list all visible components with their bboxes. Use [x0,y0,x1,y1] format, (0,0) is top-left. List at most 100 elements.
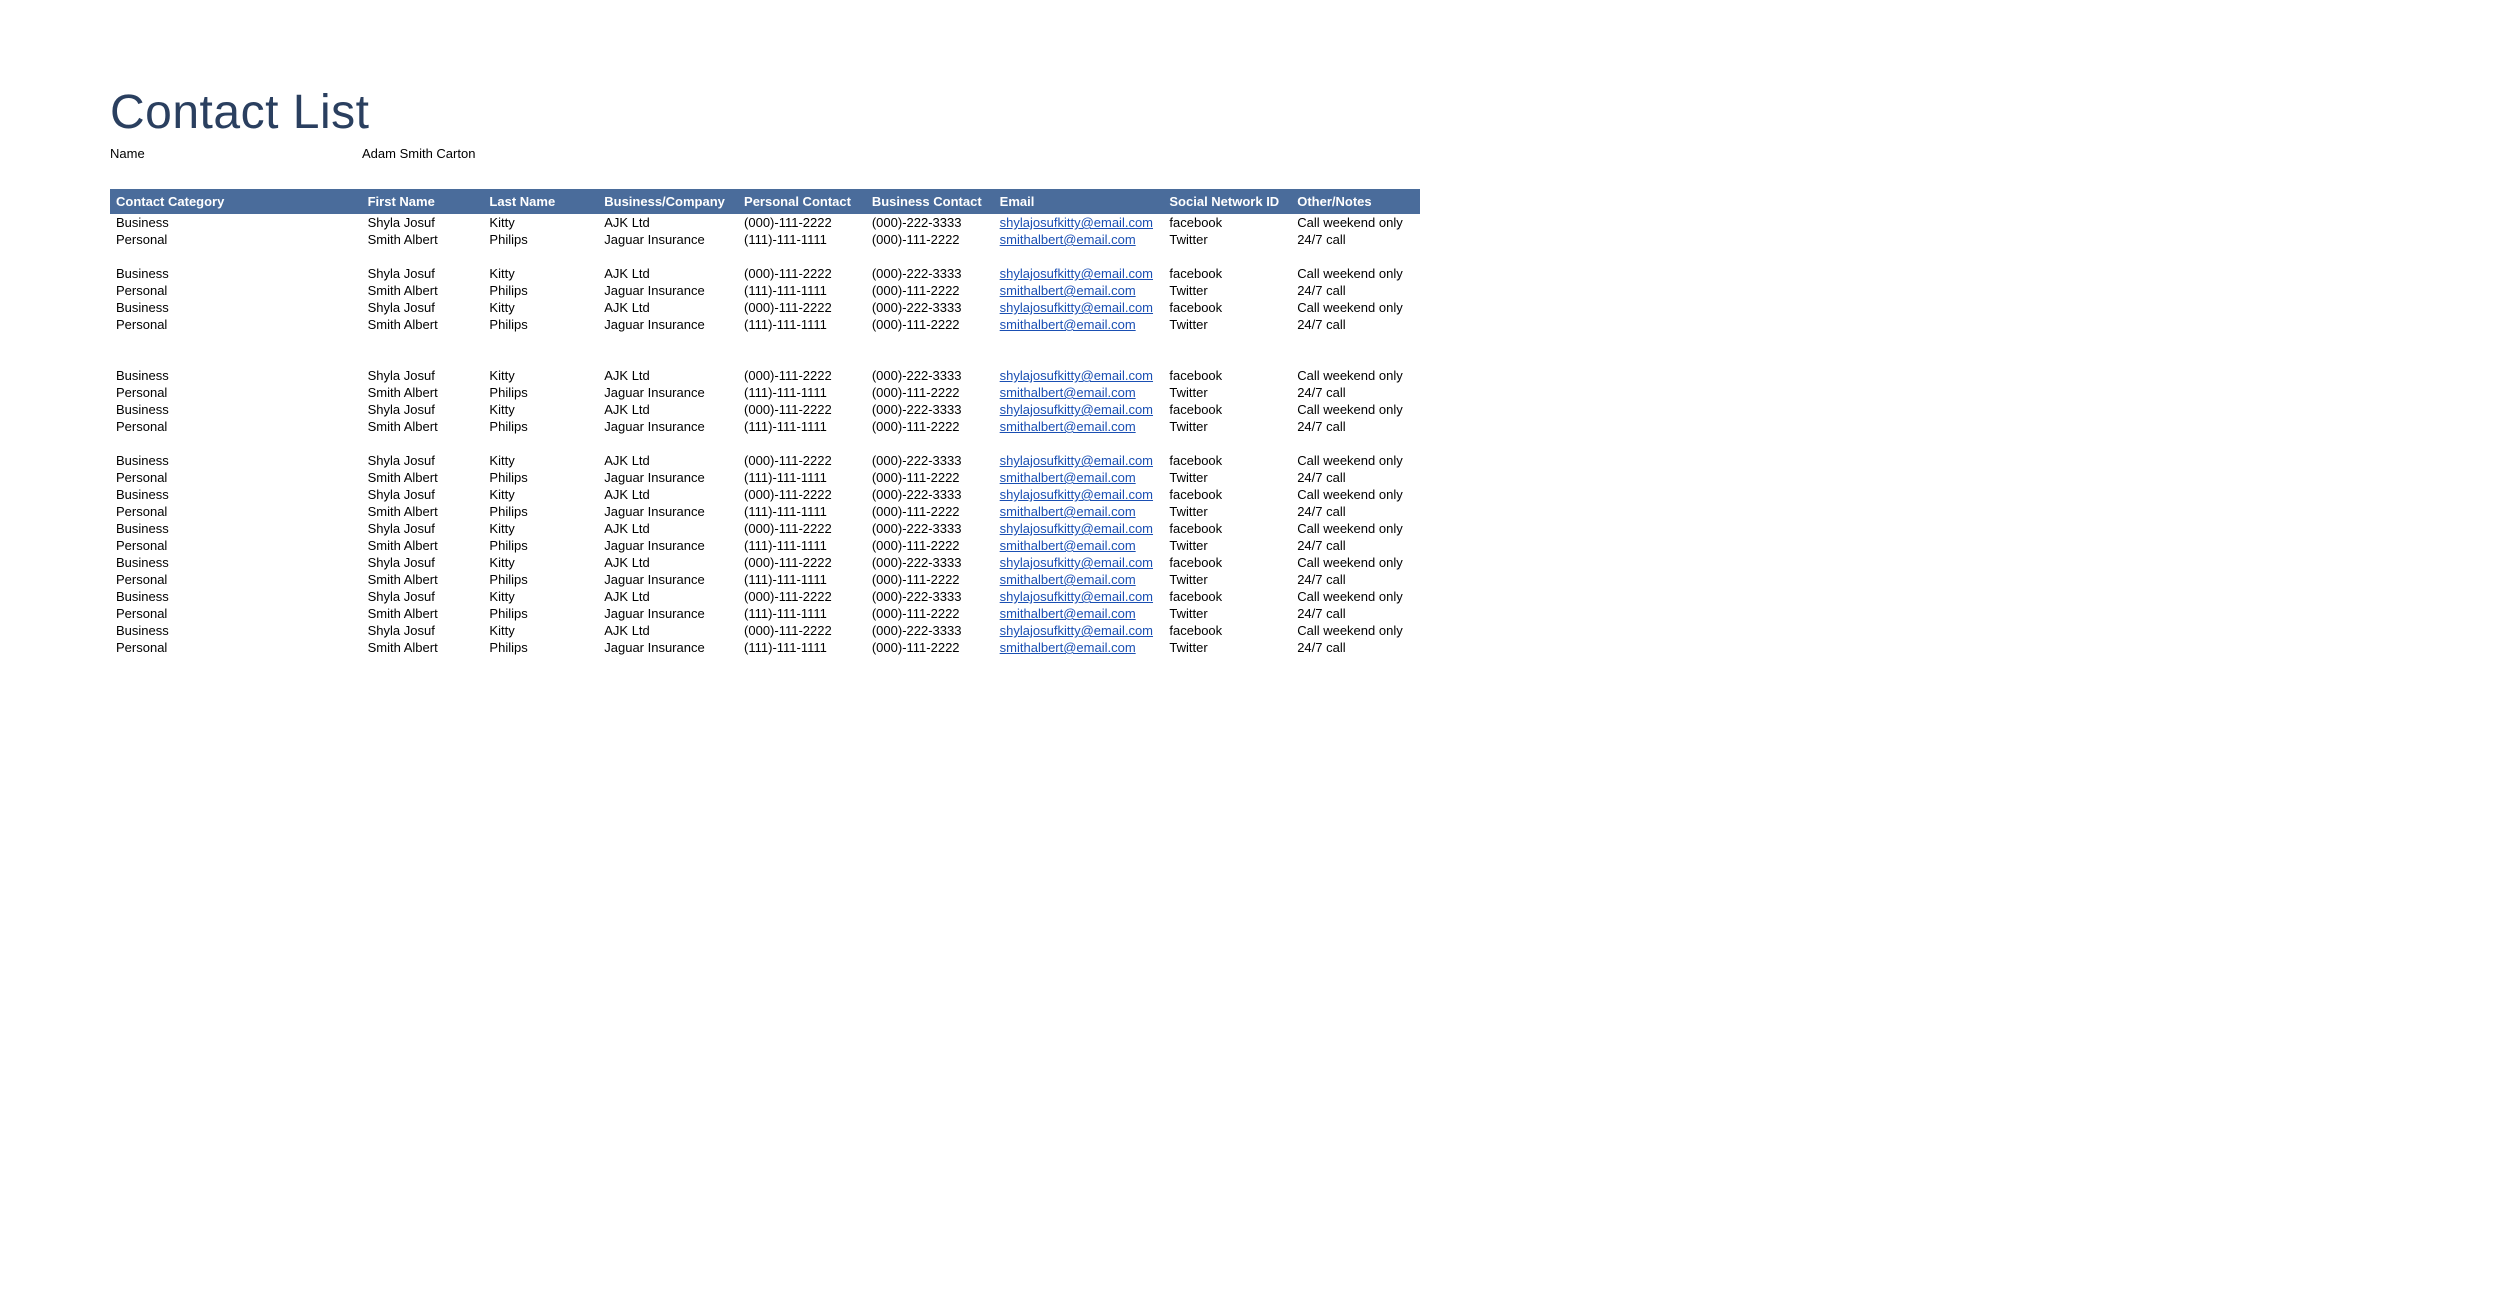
table-cell: (000)-111-2222 [870,316,998,333]
table-cell: AJK Ltd [602,299,742,316]
table-cell: facebook [1167,214,1295,231]
table-cell: Call weekend only [1295,265,1420,282]
table-cell: (111)-111-1111 [742,231,870,248]
email-link[interactable]: shylajosufkitty@email.com [1000,368,1153,383]
table-cell: Twitter [1167,231,1295,248]
table-cell: Jaguar Insurance [602,503,742,520]
email-link[interactable]: smithalbert@email.com [1000,317,1136,332]
table-cell: Smith Albert [366,639,488,656]
table-cell: (000)-111-2222 [870,605,998,622]
email-link[interactable]: shylajosufkitty@email.com [1000,555,1153,570]
table-cell: 24/7 call [1295,316,1420,333]
table-cell: AJK Ltd [602,265,742,282]
email-link[interactable]: smithalbert@email.com [1000,419,1136,434]
table-cell: Call weekend only [1295,622,1420,639]
table-cell: AJK Ltd [602,588,742,605]
table-cell: (000)-111-2222 [742,401,870,418]
table-cell: (000)-111-2222 [742,299,870,316]
email-link[interactable]: smithalbert@email.com [1000,606,1136,621]
table-cell: Business [114,452,366,469]
table-cell: Philips [487,537,602,554]
email-link[interactable]: smithalbert@email.com [1000,538,1136,553]
table-cell: (111)-111-1111 [742,418,870,435]
table-row: BusinessShyla JosufKittyAJK Ltd(000)-111… [110,622,1420,639]
table-row: PersonalSmith AlbertPhilipsJaguar Insura… [110,537,1420,554]
col-header-first-name: First Name [366,193,488,210]
table-cell: Philips [487,418,602,435]
table-cell: Personal [114,503,366,520]
email-link[interactable]: smithalbert@email.com [1000,385,1136,400]
table-cell: Philips [487,384,602,401]
table-cell: smithalbert@email.com [998,231,1168,248]
table-cell: Smith Albert [366,537,488,554]
table-cell: (000)-222-3333 [870,520,998,537]
table-cell: Personal [114,537,366,554]
table-cell: Shyla Josuf [366,588,488,605]
table-cell: Twitter [1167,469,1295,486]
table-cell: Call weekend only [1295,299,1420,316]
table-cell: Personal [114,571,366,588]
table-cell: Business [114,554,366,571]
table-cell: facebook [1167,486,1295,503]
email-link[interactable]: shylajosufkitty@email.com [1000,453,1153,468]
email-link[interactable]: smithalbert@email.com [1000,572,1136,587]
table-cell: (111)-111-1111 [742,469,870,486]
table-cell: Jaguar Insurance [602,231,742,248]
table-cell: shylajosufkitty@email.com [998,214,1168,231]
table-cell: Call weekend only [1295,214,1420,231]
table-cell: Twitter [1167,605,1295,622]
table-cell: Call weekend only [1295,486,1420,503]
email-link[interactable]: shylajosufkitty@email.com [1000,402,1153,417]
page-title: Contact List [110,85,2400,140]
table-cell: (000)-222-3333 [870,265,998,282]
table-cell: (000)-222-3333 [870,299,998,316]
email-link[interactable]: shylajosufkitty@email.com [1000,266,1153,281]
email-link[interactable]: shylajosufkitty@email.com [1000,300,1153,315]
email-link[interactable]: smithalbert@email.com [1000,470,1136,485]
table-cell: facebook [1167,520,1295,537]
table-cell: (111)-111-1111 [742,537,870,554]
email-link[interactable]: smithalbert@email.com [1000,232,1136,247]
table-cell: Personal [114,282,366,299]
table-cell: 24/7 call [1295,384,1420,401]
document-page: Contact List Name Adam Smith Carton Cont… [0,0,2500,706]
table-cell: Call weekend only [1295,554,1420,571]
table-row: BusinessShyla JosufKittyAJK Ltd(000)-111… [110,554,1420,571]
table-cell: Twitter [1167,537,1295,554]
col-header-social: Social Network ID [1167,193,1295,210]
table-cell: Shyla Josuf [366,520,488,537]
table-cell: (111)-111-1111 [742,571,870,588]
table-cell: shylajosufkitty@email.com [998,520,1168,537]
table-cell: facebook [1167,554,1295,571]
table-cell: smithalbert@email.com [998,571,1168,588]
table-cell: Smith Albert [366,231,488,248]
table-cell: 24/7 call [1295,418,1420,435]
email-link[interactable]: smithalbert@email.com [1000,283,1136,298]
table-row: PersonalSmith AlbertPhilipsJaguar Insura… [110,231,1420,248]
table-row: BusinessShyla JosufKittyAJK Ltd(000)-111… [110,299,1420,316]
col-header-last-name: Last Name [487,193,602,210]
table-cell: Personal [114,605,366,622]
meta-value: Adam Smith Carton [362,146,475,161]
email-link[interactable]: shylajosufkitty@email.com [1000,589,1153,604]
table-cell: smithalbert@email.com [998,469,1168,486]
table-cell: (000)-111-2222 [742,554,870,571]
table-cell: AJK Ltd [602,401,742,418]
table-cell: shylajosufkitty@email.com [998,299,1168,316]
table-cell: Call weekend only [1295,401,1420,418]
email-link[interactable]: shylajosufkitty@email.com [1000,487,1153,502]
email-link[interactable]: shylajosufkitty@email.com [1000,521,1153,536]
table-cell: smithalbert@email.com [998,639,1168,656]
email-link[interactable]: smithalbert@email.com [1000,504,1136,519]
table-cell: Kitty [487,622,602,639]
table-cell: shylajosufkitty@email.com [998,486,1168,503]
table-cell: AJK Ltd [602,452,742,469]
table-row: PersonalSmith AlbertPhilipsJaguar Insura… [110,469,1420,486]
table-cell: shylajosufkitty@email.com [998,588,1168,605]
table-cell: (000)-111-2222 [742,520,870,537]
email-link[interactable]: shylajosufkitty@email.com [1000,623,1153,638]
table-row: BusinessShyla JosufKittyAJK Ltd(000)-111… [110,520,1420,537]
table-cell: (111)-111-1111 [742,384,870,401]
email-link[interactable]: shylajosufkitty@email.com [1000,215,1153,230]
email-link[interactable]: smithalbert@email.com [1000,640,1136,655]
